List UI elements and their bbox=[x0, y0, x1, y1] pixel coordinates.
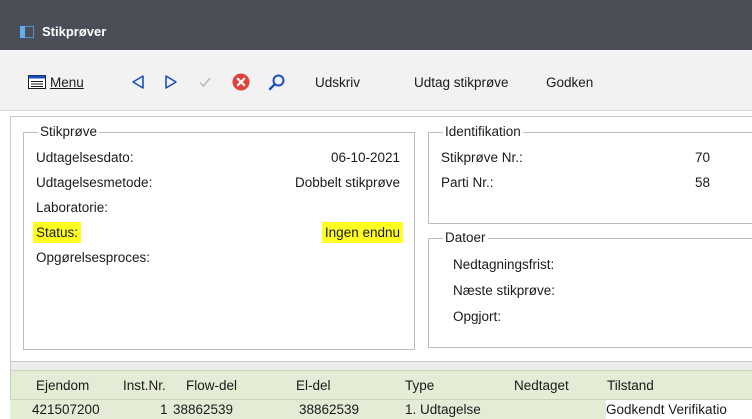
cell-inst-no: 1 bbox=[160, 402, 168, 417]
column-header-inst-no[interactable]: Inst.Nr. bbox=[123, 378, 166, 393]
dates-group-legend: Datoer bbox=[443, 230, 488, 245]
app-window-icon bbox=[20, 26, 34, 38]
check-icon bbox=[199, 77, 211, 88]
table-row[interactable]: 421507200 1 38862539 38862539 1. Udtagel… bbox=[10, 400, 752, 419]
sampling-date-value: 06-10-2021 bbox=[330, 150, 400, 165]
cell-el-part: 38862539 bbox=[299, 402, 360, 417]
triangle-left-icon bbox=[132, 75, 144, 89]
cell-flow-part: 38862539 bbox=[173, 402, 234, 417]
status-value: Ingen endnu bbox=[321, 222, 403, 243]
sampling-method-label: Udtagelsesmetode: bbox=[36, 175, 153, 190]
take-sample-label: Udtag stikprøve bbox=[414, 74, 509, 90]
cell-state: Godkendt Verifikatio bbox=[606, 402, 727, 417]
triangle-right-icon bbox=[165, 75, 177, 89]
approve-button[interactable]: Godken bbox=[546, 71, 593, 93]
lot-number-label: Parti Nr.: bbox=[441, 175, 494, 190]
cell-state-box: Godkendt Verifikatio bbox=[606, 400, 752, 419]
menu-label: Menu bbox=[50, 74, 84, 90]
take-sample-button[interactable]: Udtag stikprøve bbox=[414, 71, 509, 93]
approve-label: Godken bbox=[546, 74, 594, 90]
magnifier-icon bbox=[268, 74, 285, 91]
search-button[interactable] bbox=[268, 71, 286, 93]
column-header-taken-down[interactable]: Nedtaget bbox=[514, 378, 569, 393]
print-button[interactable]: Udskriv bbox=[315, 71, 360, 93]
forward-button[interactable] bbox=[163, 71, 179, 93]
column-header-type[interactable]: Type bbox=[405, 378, 434, 393]
sample-group-legend: Stikprøve bbox=[38, 124, 100, 139]
sample-group: Stikprøve Udtagelsesdato: 06-10-2021 Udt… bbox=[23, 124, 415, 350]
window-titlebar: Stikprøver bbox=[0, 0, 752, 50]
cancel-button[interactable] bbox=[232, 71, 250, 93]
identification-group-legend: Identifikation bbox=[443, 124, 523, 139]
settlement-process-label: Opgørelsesproces: bbox=[36, 250, 151, 265]
cell-property: 421507200 bbox=[32, 402, 100, 417]
column-header-flow-part[interactable]: Flow-del bbox=[186, 378, 237, 393]
menu-button[interactable]: Menu bbox=[28, 71, 84, 93]
sampling-date-label: Udtagelsesdato: bbox=[36, 150, 134, 165]
red-x-circle-icon bbox=[232, 73, 250, 91]
next-sample-label: Næste stikprøve: bbox=[453, 283, 556, 298]
grid-header: Ejendom Inst.Nr. Flow-del El-del Type Ne… bbox=[10, 370, 752, 400]
menu-list-icon bbox=[28, 75, 46, 89]
back-button[interactable] bbox=[130, 71, 146, 93]
column-header-el-part[interactable]: El-del bbox=[296, 378, 331, 393]
laboratory-label: Laboratorie: bbox=[36, 200, 109, 215]
window-title: Stikprøver bbox=[42, 24, 107, 39]
sample-number-label: Stikprøve Nr.: bbox=[441, 150, 523, 165]
settled-label: Opgjort: bbox=[453, 309, 502, 324]
sampling-method-value: Dobbelt stikprøve bbox=[294, 175, 400, 190]
cell-type: 1. Udtagelse bbox=[405, 402, 481, 417]
column-header-property[interactable]: Ejendom bbox=[36, 378, 89, 393]
column-header-state[interactable]: Tilstand bbox=[607, 378, 654, 393]
confirm-button[interactable] bbox=[197, 71, 213, 93]
print-label: Udskriv bbox=[315, 74, 361, 90]
grid-separator bbox=[10, 362, 752, 370]
toolbar: Menu Udskriv Udtag stikprøve Godken bbox=[0, 50, 752, 111]
sample-number-value: 70 bbox=[695, 150, 711, 165]
status-label: Status: bbox=[33, 222, 82, 243]
dates-group: Datoer Nedtagningsfrist: Næste stikprøve… bbox=[428, 230, 752, 348]
details-pane: Stikprøve Udtagelsesdato: 06-10-2021 Udt… bbox=[10, 116, 752, 362]
lot-number-value: 58 bbox=[695, 175, 711, 190]
identification-group: Identifikation Stikprøve Nr.: 70 Parti N… bbox=[428, 124, 752, 224]
reading-deadline-label: Nedtagningsfrist: bbox=[453, 257, 555, 272]
